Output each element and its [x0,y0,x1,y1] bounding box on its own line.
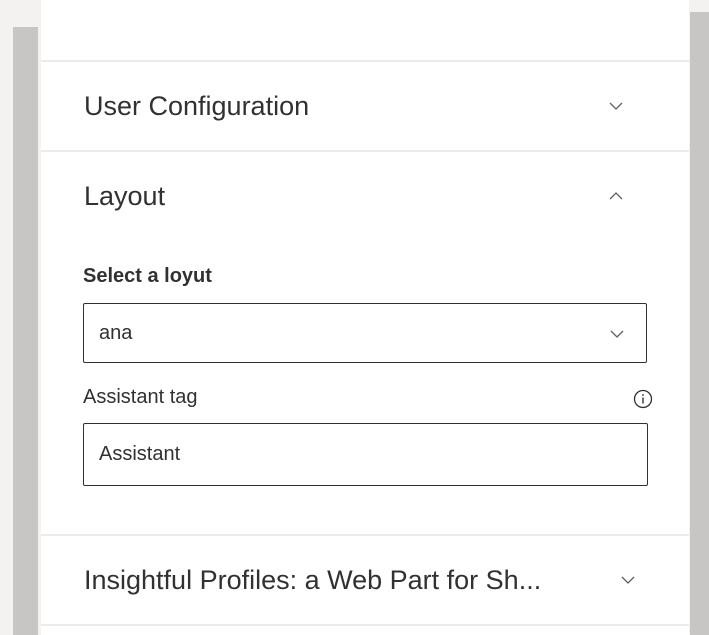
select-layout-label: Select a loyut [83,265,212,287]
group-header-insightful-profiles[interactable]: Insightful Profiles: a Web Part for Sh..… [41,536,689,624]
chevron-up-icon [609,189,623,203]
assistant-tag-label: Assistant tag [83,386,198,408]
group-divider [41,624,689,626]
info-icon[interactable] [633,389,653,409]
right-scrollbar[interactable] [690,12,709,635]
group-title-insightful-profiles: Insightful Profiles: a Web Part for Sh..… [84,565,542,595]
left-scrollbar[interactable] [13,27,38,635]
assistant-tag-input[interactable] [99,424,629,485]
property-pane-screen: User Configuration Layout Select a loyut… [0,0,709,635]
layout-dropdown-value: ana [99,322,133,344]
group-title-user-configuration: User Configuration [84,91,310,121]
assistant-tag-field[interactable] [83,423,648,486]
chevron-down-icon [610,327,624,341]
property-pane: User Configuration Layout Select a loyut… [41,0,689,635]
layout-dropdown[interactable]: ana [83,303,647,363]
group-header-layout[interactable]: Layout [41,152,689,240]
group-header-user-configuration[interactable]: User Configuration [41,62,689,150]
chevron-down-icon [609,99,623,113]
group-title-layout: Layout [84,181,166,211]
chevron-down-icon [621,573,635,587]
